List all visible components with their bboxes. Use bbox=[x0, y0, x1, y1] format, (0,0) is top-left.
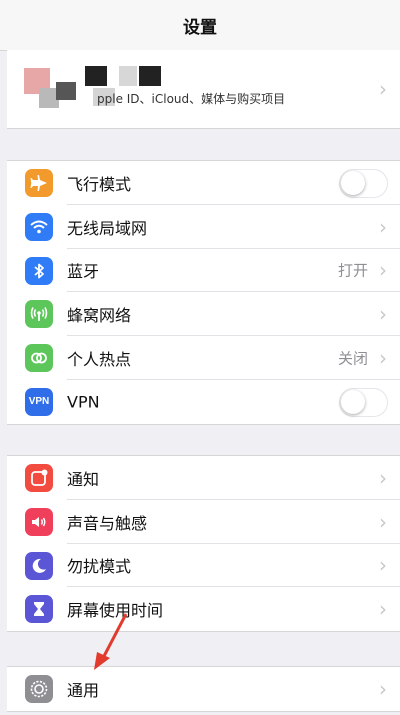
avatar-blur bbox=[56, 82, 76, 100]
row-label: VPN bbox=[67, 392, 100, 412]
notification-icon bbox=[25, 464, 53, 492]
vpn-icon: VPN bbox=[25, 387, 53, 416]
row-label: 勿扰模式 bbox=[67, 557, 132, 577]
airplane-toggle[interactable] bbox=[339, 169, 388, 198]
general-group: 通用 › bbox=[7, 666, 400, 712]
settings-row-sounds[interactable]: 声音与触感 › bbox=[7, 500, 400, 544]
cellular-icon bbox=[25, 300, 53, 329]
wifi-icon bbox=[25, 212, 53, 241]
nav-bar: 设置 bbox=[0, 0, 400, 51]
vpn-toggle[interactable] bbox=[339, 387, 388, 417]
hotspot-icon bbox=[25, 344, 53, 373]
chevron-right-icon: › bbox=[379, 214, 387, 239]
settings-row-dnd[interactable]: 勿扰模式 › bbox=[7, 544, 400, 588]
chevron-right-icon: › bbox=[379, 77, 387, 101]
chevron-right-icon: › bbox=[379, 346, 387, 371]
airplane-icon bbox=[25, 169, 53, 197]
chevron-right-icon: › bbox=[379, 597, 387, 622]
chevron-right-icon: › bbox=[379, 553, 387, 578]
chevron-right-icon: › bbox=[379, 465, 387, 490]
gear-icon bbox=[25, 675, 53, 703]
page-title: 设置 bbox=[183, 17, 217, 38]
settings-row-cellular[interactable]: 蜂窝网络 › bbox=[7, 292, 400, 337]
row-value: 打开 bbox=[337, 261, 368, 280]
settings-row-screentime[interactable]: 屏幕使用时间 › bbox=[7, 587, 400, 631]
name-blur bbox=[119, 66, 137, 86]
toggle-knob bbox=[341, 389, 365, 414]
row-label: 通知 bbox=[67, 469, 100, 489]
name-blur bbox=[139, 66, 161, 86]
row-label: 飞行模式 bbox=[67, 174, 132, 194]
settings-row-wifi[interactable]: 无线局域网 › bbox=[7, 205, 400, 249]
row-label: 无线局域网 bbox=[67, 218, 148, 238]
row-label: 蜂窝网络 bbox=[67, 306, 132, 326]
speaker-icon bbox=[25, 507, 53, 536]
row-label: 个人热点 bbox=[67, 350, 132, 370]
row-value: 关闭 bbox=[337, 349, 368, 368]
settings-row-notifications[interactable]: 通知 › bbox=[7, 456, 400, 500]
name-blur bbox=[85, 66, 107, 86]
annotation-arrow-icon bbox=[94, 613, 128, 670]
settings-row-general[interactable]: 通用 › bbox=[7, 667, 400, 711]
apple-id-row[interactable]: pple ID、iCloud、媒体与购买项目 › bbox=[7, 50, 400, 129]
row-label: 声音与触感 bbox=[67, 513, 148, 533]
chevron-right-icon: › bbox=[379, 509, 387, 534]
connectivity-group: 飞行模式 无线局域网 › 蓝牙 打开 › 蜂窝网络 › 个人热点 关闭 › VP… bbox=[7, 160, 400, 425]
apple-id-subtitle: pple ID、iCloud、媒体与购买项目 bbox=[97, 92, 286, 106]
row-label: 蓝牙 bbox=[67, 262, 100, 282]
chevron-right-icon: › bbox=[379, 302, 387, 327]
settings-row-hotspot[interactable]: 个人热点 关闭 › bbox=[7, 336, 400, 380]
moon-icon bbox=[25, 551, 53, 580]
chevron-right-icon: › bbox=[379, 258, 387, 283]
hourglass-icon bbox=[25, 595, 53, 624]
bluetooth-icon bbox=[25, 256, 53, 285]
settings-row-vpn[interactable]: VPN VPN bbox=[7, 380, 400, 424]
settings-row-airplane[interactable]: 飞行模式 bbox=[7, 161, 400, 205]
chevron-right-icon: › bbox=[379, 676, 387, 701]
notifications-group: 通知 › 声音与触感 › 勿扰模式 › 屏幕使用时间 › bbox=[7, 455, 400, 633]
row-label: 通用 bbox=[67, 680, 100, 700]
toggle-knob bbox=[341, 171, 365, 195]
vpn-icon-text: VPN bbox=[28, 396, 50, 408]
settings-row-bluetooth[interactable]: 蓝牙 打开 › bbox=[7, 249, 400, 293]
